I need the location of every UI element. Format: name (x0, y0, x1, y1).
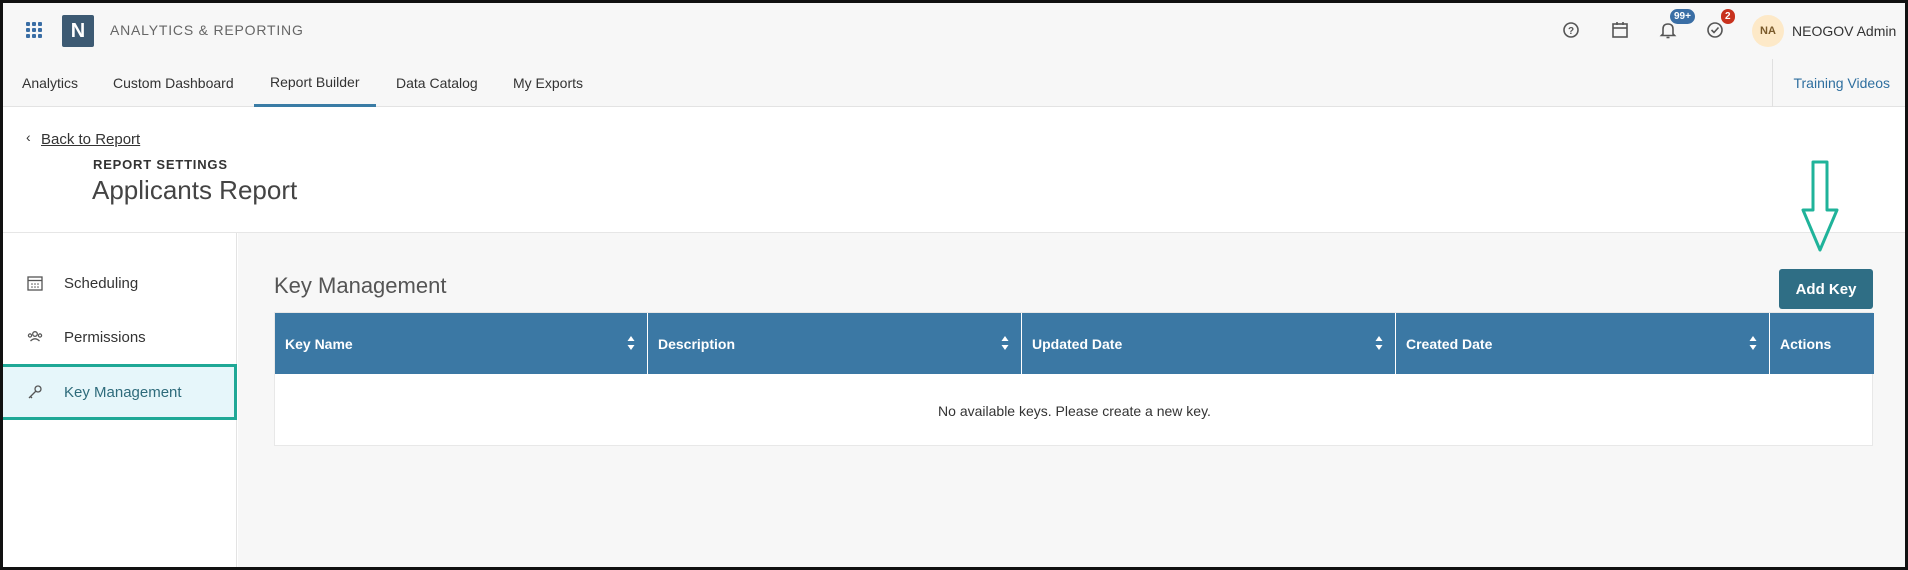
sort-icon[interactable] (1749, 335, 1757, 351)
sort-icon[interactable] (1375, 335, 1383, 351)
column-header-description[interactable]: Description (648, 313, 1022, 374)
sidebar-item-scheduling[interactable]: Scheduling (0, 256, 237, 310)
column-header-created-date[interactable]: Created Date (1396, 313, 1770, 374)
app-launcher-icon[interactable] (26, 22, 42, 38)
help-icon[interactable]: ? (1561, 20, 1581, 40)
settings-sidebar: Scheduling Permissions Key Management (0, 233, 237, 570)
training-videos-link[interactable]: Training Videos (1772, 59, 1890, 107)
back-to-report-link[interactable]: Back to Report (41, 131, 140, 148)
sort-icon[interactable] (627, 335, 635, 351)
section-title: Key Management (274, 273, 447, 298)
users-icon (27, 331, 43, 342)
column-header-updated-date[interactable]: Updated Date (1022, 313, 1396, 374)
neogov-logo[interactable]: N (62, 15, 94, 47)
chevron-left-icon: ‹ (26, 129, 31, 145)
tab-data-catalog[interactable]: Data Catalog (380, 59, 494, 107)
column-header-key-name[interactable]: Key Name (275, 313, 648, 374)
app-title: ANALYTICS & REPORTING (110, 22, 304, 38)
tab-report-builder[interactable]: Report Builder (254, 59, 376, 107)
sidebar-item-label: Scheduling (64, 274, 139, 292)
tab-custom-dashboard[interactable]: Custom Dashboard (97, 59, 250, 107)
main-content: Key Management Add Key Key Name Descript… (238, 233, 1905, 570)
column-header-actions: Actions (1770, 313, 1874, 374)
column-label: Actions (1780, 335, 1832, 352)
tab-analytics[interactable]: Analytics (6, 59, 94, 107)
report-header: ‹ Back to Report REPORT SETTINGS Applica… (0, 107, 1908, 233)
sidebar-item-label: Permissions (64, 328, 146, 346)
report-settings-label: REPORT SETTINGS (93, 157, 228, 172)
user-name[interactable]: NEOGOV Admin (1792, 23, 1896, 39)
sidebar-item-label: Key Management (64, 383, 182, 401)
check-circle-icon[interactable] (1705, 20, 1725, 40)
avatar[interactable]: NA (1752, 15, 1784, 47)
empty-state-message: No available keys. Please create a new k… (938, 402, 1211, 419)
calendar-grid-icon (27, 276, 43, 291)
key-icon (28, 385, 42, 399)
sidebar-item-permissions[interactable]: Permissions (0, 310, 237, 364)
top-bar: N ANALYTICS & REPORTING ? 99+ 2 NA NEOGO… (0, 0, 1908, 59)
sidebar-item-key-management[interactable]: Key Management (0, 364, 237, 420)
add-key-button[interactable]: Add Key (1779, 269, 1873, 309)
column-label: Description (658, 335, 736, 352)
sort-icon[interactable] (1001, 335, 1009, 351)
notifications-badge: 99+ (1670, 9, 1695, 24)
table-header: Key Name Description Updated Date Create… (275, 313, 1874, 374)
svg-text:?: ? (1568, 26, 1574, 37)
keys-table: Key Name Description Updated Date Create… (274, 312, 1874, 446)
column-label: Updated Date (1032, 335, 1123, 352)
annotation-arrow-icon (1801, 160, 1839, 252)
column-label: Key Name (285, 335, 353, 352)
column-label: Created Date (1406, 335, 1493, 352)
tasks-badge: 2 (1721, 9, 1735, 24)
calendar-icon[interactable] (1610, 20, 1630, 40)
main-nav: Analytics Custom Dashboard Report Builde… (0, 59, 1908, 107)
tab-my-exports[interactable]: My Exports (497, 59, 599, 107)
page-title: Applicants Report (92, 175, 298, 205)
